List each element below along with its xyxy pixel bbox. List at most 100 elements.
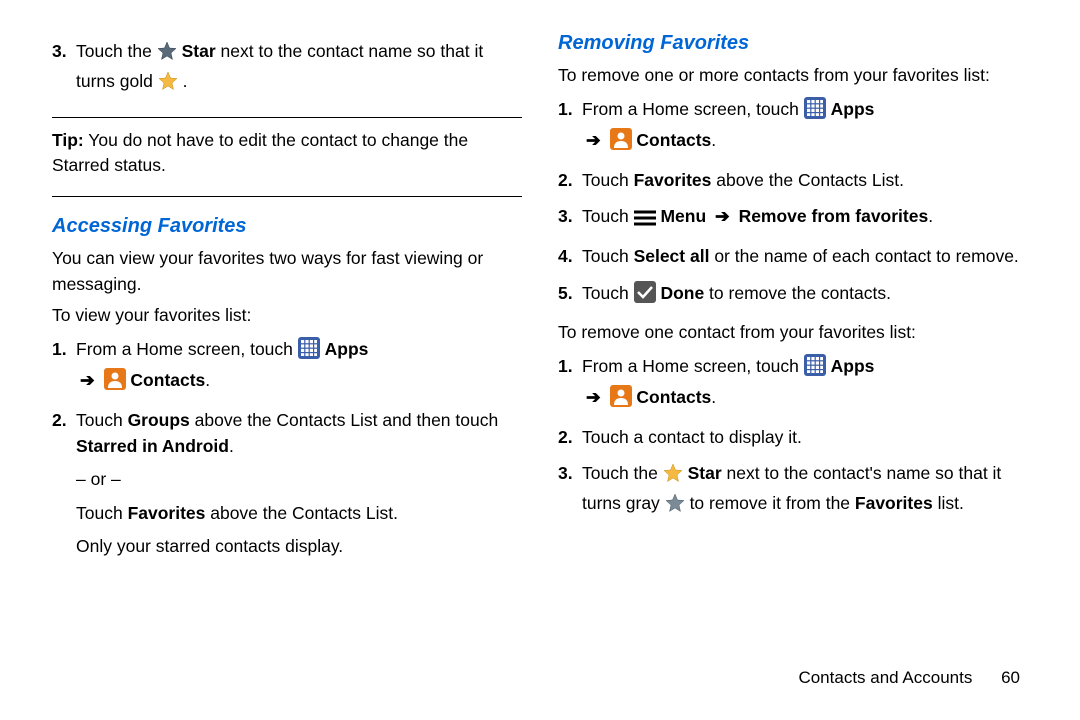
apps-label: Apps [325,339,369,359]
remove-step-3: 3. Touch Menu ➔ Remove from favorites. [582,203,1028,233]
star-label: Star [182,41,216,61]
remove-intro: To remove one or more contacts from your… [558,63,1028,88]
text: Touch the [76,41,157,61]
step-number: 3. [558,203,573,229]
page-number: 60 [1001,668,1020,687]
step-number: 1. [558,96,573,122]
text: Touch [582,246,634,266]
text: list. [933,493,964,513]
access-steps: 1. From a Home screen, touch Apps ➔ Cont… [52,336,522,559]
remove-steps-a: 1. From a Home screen, touch Apps ➔ Cont… [558,96,1028,310]
text: . [928,206,933,226]
step-number: 3. [558,460,573,486]
page-footer: Contacts and Accounts 60 [798,668,1020,688]
apps-icon [804,354,826,383]
done-label: Done [660,283,704,303]
remove-b-step-3: 3. Touch the Star next to the contact's … [582,460,1028,521]
divider-bottom [52,196,522,197]
star-gold-icon [158,71,178,98]
menu-icon [634,207,656,233]
arrow-icon: ➔ [76,370,99,390]
contacts-icon [610,385,632,414]
text: to remove the contacts. [704,283,891,303]
footer-section: Contacts and Accounts [798,668,972,687]
divider-top [52,117,522,118]
starred-label: Starred in Android [76,436,229,456]
only-starred-text: Only your starred contacts display. [76,534,522,559]
step-number: 4. [558,243,573,269]
text: Touch [582,283,634,303]
heading-accessing-favorites: Accessing Favorites [52,215,522,238]
text: From a Home screen, touch [76,339,298,359]
contacts-icon [104,368,126,397]
groups-label: Groups [128,410,190,430]
apps-label: Apps [831,356,875,376]
text: Touch [76,410,128,430]
text: Touch [76,503,128,523]
apps-icon [804,97,826,126]
step-number: 3. [52,38,67,64]
contacts-label: Contacts [636,130,711,150]
left-step-3: 3. Touch the Star next to the contact na… [76,38,522,99]
favorites-label: Favorites [634,170,712,190]
arrow-icon: ➔ [582,387,605,407]
text: Touch the [582,463,663,483]
step-number: 2. [558,167,573,193]
text: above the Contacts List. [711,170,904,190]
access-step-1: 1. From a Home screen, touch Apps ➔ Cont… [76,336,522,397]
remove-step-2: 2. Touch Favorites above the Contacts Li… [582,167,1028,193]
text: . [183,71,188,91]
tip-paragraph: Tip: You do not have to edit the contact… [52,128,522,179]
two-column-layout: 3. Touch the Star next to the contact na… [52,30,1028,570]
remove-step-4: 4. Touch Select all or the name of each … [582,243,1028,269]
text: Touch [582,170,634,190]
text: or the name of each contact to remove. [709,246,1018,266]
step-number: 1. [558,353,573,379]
text: . [229,436,234,456]
star-label: Star [688,463,722,483]
star-gray-icon [665,493,685,520]
heading-removing-favorites: Removing Favorites [558,32,1028,55]
right-column: Removing Favorites To remove one or more… [558,30,1028,570]
prior-steps-continuation: 3. Touch the Star next to the contact na… [52,38,522,99]
remove-b-step-1: 1. From a Home screen, touch Apps ➔ Cont… [582,353,1028,414]
text: Touch a contact to display it. [582,427,802,447]
text: Touch [582,206,634,226]
left-column: 3. Touch the Star next to the contact na… [52,30,522,570]
text: From a Home screen, touch [582,99,804,119]
fav-alt: Touch Favorites above the Contacts List. [76,501,522,526]
remove-from-favorites-label: Remove from favorites [739,206,929,226]
apps-label: Apps [831,99,875,119]
select-all-label: Select all [634,246,710,266]
star-gold-icon [663,463,683,490]
apps-icon [298,337,320,366]
step-number: 2. [558,424,573,450]
or-text: – or – [76,467,522,492]
access-toview: To view your favorites list: [52,303,522,328]
arrow-icon: ➔ [582,130,605,150]
remove-steps-b: 1. From a Home screen, touch Apps ➔ Cont… [558,353,1028,520]
text: From a Home screen, touch [582,356,804,376]
star-outline-icon [157,41,177,68]
contacts-label: Contacts [636,387,711,407]
favorites-label: Favorites [128,503,206,523]
contacts-label: Contacts [130,370,205,390]
text: to remove it from the [690,493,855,513]
menu-label: Menu [660,206,706,226]
remove-one-intro: To remove one contact from your favorite… [558,320,1028,345]
contacts-icon [610,128,632,157]
tip-label: Tip: [52,130,84,150]
remove-b-step-2: 2. Touch a contact to display it. [582,424,1028,450]
done-icon [634,281,656,310]
remove-step-5: 5. Touch Done to remove the contacts. [582,280,1028,310]
step-number: 1. [52,336,67,362]
remove-step-1: 1. From a Home screen, touch Apps ➔ Cont… [582,96,1028,157]
access-intro: You can view your favorites two ways for… [52,246,522,297]
favorites-label: Favorites [855,493,933,513]
step-number: 5. [558,280,573,306]
arrow-icon: ➔ [711,206,734,226]
text: above the Contacts List and then touch [190,410,498,430]
tip-text: You do not have to edit the contact to c… [52,130,468,175]
access-step-2: 2. Touch Groups above the Contacts List … [76,407,522,560]
step-number: 2. [52,407,67,433]
